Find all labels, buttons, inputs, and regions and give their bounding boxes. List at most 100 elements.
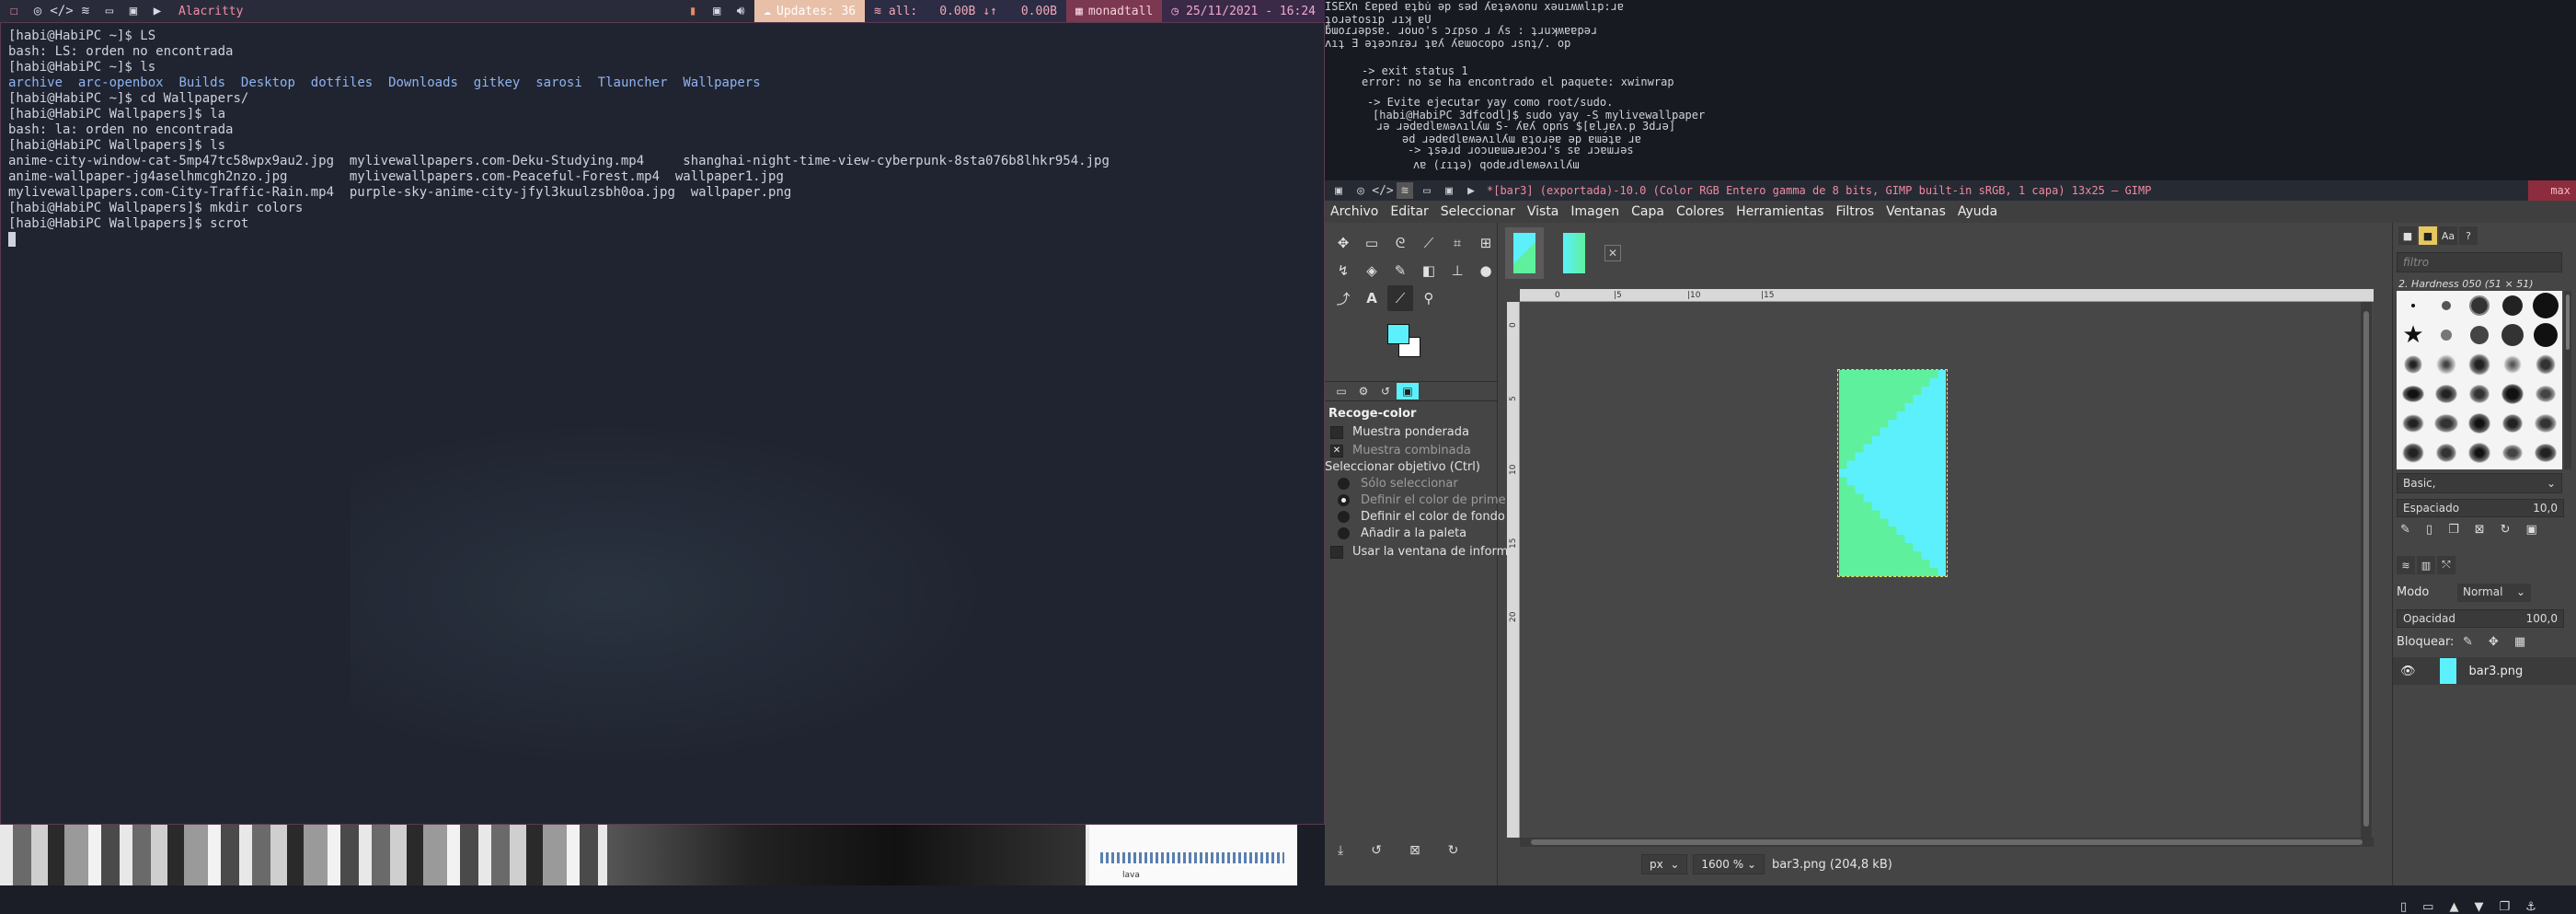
smudge-icon[interactable]: ● [1473, 258, 1499, 283]
vertical-scrollbar[interactable] [2361, 302, 2372, 838]
open-brush-image-icon[interactable]: ▣ [2526, 523, 2537, 537]
brush-item[interactable] [2534, 323, 2558, 347]
brush-item[interactable] [2501, 324, 2524, 346]
text-tool-icon[interactable]: A [1359, 285, 1385, 311]
menu-seleccionar[interactable]: Seleccionar [1435, 204, 1522, 219]
brush-filter-input[interactable]: filtro [2397, 252, 2562, 272]
radio-add-palette[interactable]: Añadir a la paleta [1330, 526, 1466, 540]
undo-history-tab-icon[interactable]: ↺ [1374, 383, 1397, 399]
updates-widget[interactable]: ☁ Updates: 36 [754, 0, 866, 22]
code-icon[interactable]: </> [50, 3, 73, 19]
transform-icon[interactable]: ⊞ [1473, 230, 1499, 256]
paths-icon[interactable]: ⤴ [1330, 285, 1356, 311]
menu-vista[interactable]: Vista [1522, 204, 1566, 219]
brush-item[interactable] [2535, 444, 2557, 462]
brush-item[interactable] [2468, 353, 2490, 376]
brush-preset-select[interactable]: Basic, ⌄ [2397, 473, 2562, 493]
images-tab-icon[interactable]: ▣ [1397, 383, 1419, 399]
menu-ayuda[interactable]: Ayuda [1952, 204, 2004, 219]
layers-icon[interactable]: ≋ [77, 3, 94, 19]
delete-brush-icon[interactable]: ⊠ [2475, 523, 2485, 537]
clone-icon[interactable]: ⊥ [1444, 258, 1470, 283]
brush-item[interactable] [2402, 414, 2424, 433]
menu-editar[interactable]: Editar [1385, 204, 1434, 219]
duplicate-layer-icon[interactable]: ❐ [2499, 900, 2510, 914]
device-status-tab-icon[interactable]: ⚙ [1352, 383, 1374, 399]
brush-item[interactable] [2402, 443, 2424, 463]
brush-scrollbar[interactable] [2564, 291, 2571, 469]
brush-item[interactable] [2435, 385, 2457, 403]
brush-item[interactable] [2536, 354, 2556, 375]
folder-icon[interactable]: ▭ [101, 3, 118, 19]
refresh-brushes-icon[interactable]: ↻ [2501, 523, 2511, 537]
patterns-tab-icon[interactable]: ■ [2419, 226, 2437, 245]
reset-options-icon[interactable]: ↻ [1448, 843, 1459, 858]
zoom-icon[interactable]: ⚲ [1416, 285, 1442, 311]
crop-icon[interactable]: ⌗ [1444, 230, 1470, 256]
menu-imagen[interactable]: Imagen [1565, 204, 1626, 219]
color-picker-icon[interactable]: ⟋ [1387, 285, 1413, 311]
use-info-window-option[interactable]: Usar la ventana de inform [1330, 545, 1508, 559]
delete-options-icon[interactable]: ⊠ [1409, 843, 1420, 858]
brush-item[interactable] [2442, 301, 2451, 310]
image-canvas[interactable] [1837, 369, 1948, 577]
brush-grid[interactable]: ★ [2397, 291, 2562, 469]
radio-set-fg[interactable]: Definir el color de prime [1330, 493, 1506, 507]
menu-filtros[interactable]: Filtros [1830, 204, 1880, 219]
new-brush-icon[interactable]: ▯ [2426, 523, 2432, 537]
volume-icon[interactable]: 🔊︎ [732, 3, 749, 19]
brush-item[interactable] [2411, 304, 2415, 307]
use-info-window-checkbox[interactable] [1330, 545, 1343, 559]
restore-options-icon[interactable]: ↺ [1371, 843, 1382, 858]
vertical-ruler[interactable]: 0 5 10 15 20 [1507, 302, 1520, 838]
channels-tab-icon[interactable]: ▥ [2417, 556, 2435, 574]
zoom-select[interactable]: 1600 % ⌄ [1693, 854, 1765, 874]
warp-icon[interactable]: ↯ [1330, 258, 1356, 283]
unit-select[interactable]: px ⌄ [1641, 854, 1688, 874]
image-tab-bar3[interactable] [1505, 227, 1544, 279]
spacing-spinner[interactable]: Espaciado 10,0 [2397, 499, 2564, 517]
brush-item[interactable] [2434, 414, 2458, 433]
fonts-tab-icon[interactable]: Aa [2439, 226, 2457, 245]
anchor-layer-icon[interactable]: ⚓ [2525, 900, 2536, 914]
image-icon[interactable]: ▣ [125, 3, 142, 19]
brush-item[interactable] [2436, 354, 2456, 375]
brush-item[interactable] [2404, 355, 2422, 374]
tray-icon[interactable]: ▣ [708, 3, 725, 19]
horizontal-ruler[interactable]: 0 |5 |10 |15 [1520, 289, 2374, 302]
bucket-fill-icon[interactable]: ◈ [1359, 258, 1385, 283]
horizontal-scroll-thumb[interactable] [1531, 839, 2363, 845]
new-layer-icon[interactable]: ▯ [2400, 900, 2407, 914]
radio-set-fg-dot[interactable] [1338, 494, 1350, 506]
brush-star-icon[interactable]: ★ [2402, 321, 2423, 349]
lasso-icon[interactable]: ᘓ [1387, 230, 1413, 256]
raise-layer-icon[interactable]: ▲ [2449, 900, 2458, 914]
radio-pick-only-dot[interactable] [1338, 478, 1350, 490]
eraser-icon[interactable]: ◧ [1416, 258, 1442, 283]
menu-archivo[interactable]: Archivo [1325, 204, 1385, 219]
brush-item[interactable] [2469, 295, 2490, 316]
save-options-icon[interactable]: ⤓ [1338, 843, 1343, 858]
layer-row[interactable]: 👁︎ bar3.png [2393, 657, 2576, 685]
radio-pick-only[interactable]: Sólo seleccionar [1330, 477, 1458, 491]
edit-brush-icon[interactable]: ✎ [2400, 523, 2410, 537]
brush-scroll-thumb[interactable] [2566, 295, 2570, 350]
brush-item[interactable] [2468, 443, 2490, 463]
brush-item[interactable] [2469, 385, 2490, 403]
radio-set-bg-dot[interactable] [1338, 511, 1350, 523]
close-tab-icon[interactable]: ✕ [1604, 245, 1621, 261]
brush-item[interactable] [2441, 330, 2452, 341]
gimp-titlebar[interactable]: ▣ ◎ </> ≋ ▭ ▣ ▶ *[bar3] (exportada)-10.0… [1325, 180, 2576, 201]
brush-item[interactable] [2468, 413, 2490, 434]
brush-item[interactable] [2436, 444, 2456, 462]
new-group-icon[interactable]: ▭ [2422, 900, 2433, 914]
layers-tab-icon[interactable]: ≋ [2397, 556, 2415, 574]
radio-add-palette-dot[interactable] [1338, 527, 1350, 539]
sample-average-option[interactable]: Muestra ponderada [1330, 425, 1469, 439]
sample-average-checkbox[interactable] [1330, 425, 1343, 439]
chrome-icon[interactable]: ◎ [29, 3, 46, 19]
apps-menu-icon[interactable]: ☐ [6, 3, 22, 19]
move-tool-icon[interactable]: ✥ [1330, 230, 1356, 256]
menu-colores[interactable]: Colores [1671, 204, 1731, 219]
fg-bg-colors[interactable] [1387, 324, 1424, 361]
